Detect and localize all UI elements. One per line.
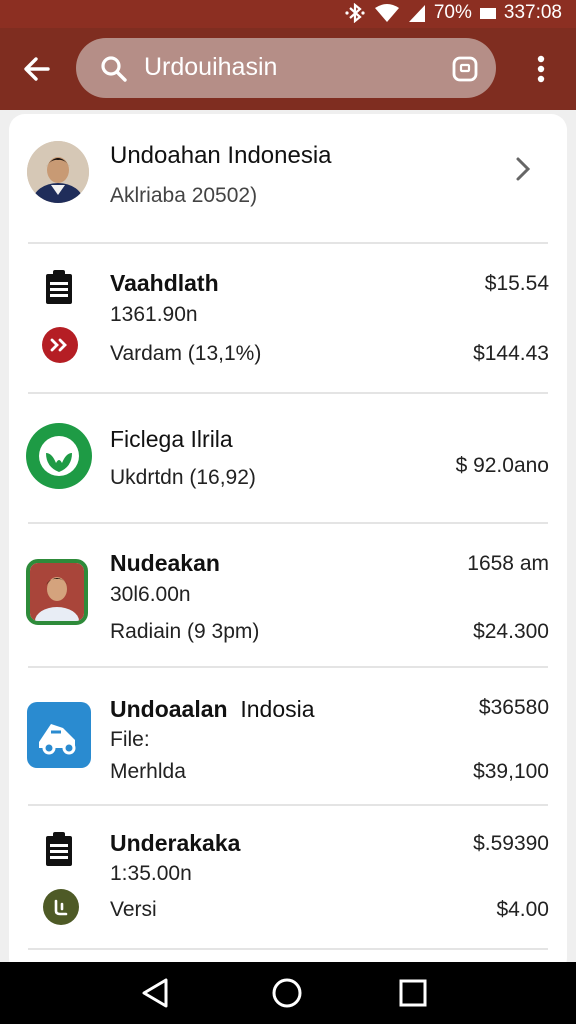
transaction-detail: 1361.90n [110,303,198,326]
avatar [27,141,89,203]
transaction-row-2[interactable]: Ficlega Ilrila Ukdrtdn (16,92) $ 92.0ano [9,394,567,522]
transaction-amount: $4.00 [496,898,549,921]
transaction-amount: $144.43 [473,342,549,365]
transaction-title: Ficlega Ilrila [110,426,233,452]
status-bar: 70% 337:08 [0,0,576,28]
divider [28,948,548,950]
scan-icon[interactable] [452,56,478,82]
transaction-row-5[interactable]: Underakaka 1:35.00n Versi $.59390 $4.00 [9,806,567,948]
olive-badge-icon [43,889,79,925]
transaction-amount: $36580 [478,696,549,719]
whatsapp-icon [26,423,92,489]
transaction-amount: $15.54 [484,272,549,295]
transaction-title: Underakaka [110,830,241,856]
nav-home-icon[interactable] [267,976,307,1010]
transaction-row-4[interactable]: Undoaalan Indosia File: Merhlda $36580 $… [9,668,567,804]
battery-percent: 70% [433,2,472,23]
search-bar[interactable]: Urdouihasin [76,38,496,98]
bluetooth-icon [345,3,365,23]
transaction-detail: Ukdrtdn (16,92) [110,466,256,489]
transaction-amount: $ 92.0ano [455,454,549,477]
transaction-amount: $.59390 [473,832,549,855]
transaction-title: Vaahdlath [110,270,219,296]
nav-recents-icon[interactable] [392,976,432,1010]
transaction-detail: 30l6.00n [110,583,191,606]
transaction-detail: Radiain (9 3pm) [110,620,260,643]
app-bar: Urdouihasin [0,28,576,110]
nav-back-icon[interactable] [136,976,176,1010]
chevron-right-icon[interactable] [513,156,533,182]
battery-icon [479,7,496,19]
transaction-detail: 1:35.00n [110,862,192,885]
transaction-detail: File: [110,728,150,751]
transaction-row-3[interactable]: Nudeakan 30l6.00n Radiain (9 3pm) 1658 a… [9,524,567,666]
transaction-amount: $39,100 [473,760,549,783]
clock: 337:08 [503,2,562,23]
account-name: Undoahan Indonesia [110,142,332,169]
transactions-card: Undoahan Indonesia Aklriaba 20502) Vaahd… [9,114,567,974]
car-app-icon [27,702,91,768]
transaction-detail: Vardam (13,1%) [110,342,262,365]
search-input[interactable]: Urdouihasin [144,53,277,82]
system-nav-bar [0,962,576,1024]
account-row[interactable]: Undoahan Indonesia Aklriaba 20502) [9,114,567,242]
transaction-title: Undoaalan Indosia [110,696,315,722]
forward-icon [42,327,78,363]
transaction-amount: 1658 am [467,552,549,575]
account-subtitle: Aklriaba 20502) [110,184,258,207]
transaction-detail: Versi [110,898,157,921]
wifi-icon [374,4,399,22]
signal-icon [408,5,425,22]
transaction-detail: Merhlda [110,760,186,783]
clipboard-icon [46,832,72,866]
back-arrow-icon[interactable] [20,52,54,86]
clipboard-icon [46,270,72,304]
transaction-amount: $24.300 [473,620,549,643]
more-options-icon[interactable] [526,52,556,86]
search-icon [101,56,127,82]
transaction-title: Nudeakan [110,550,220,576]
person-avatar [26,559,88,625]
transaction-row-1[interactable]: Vaahdlath 1361.90n Vardam (13,1%) $15.54… [9,244,567,392]
